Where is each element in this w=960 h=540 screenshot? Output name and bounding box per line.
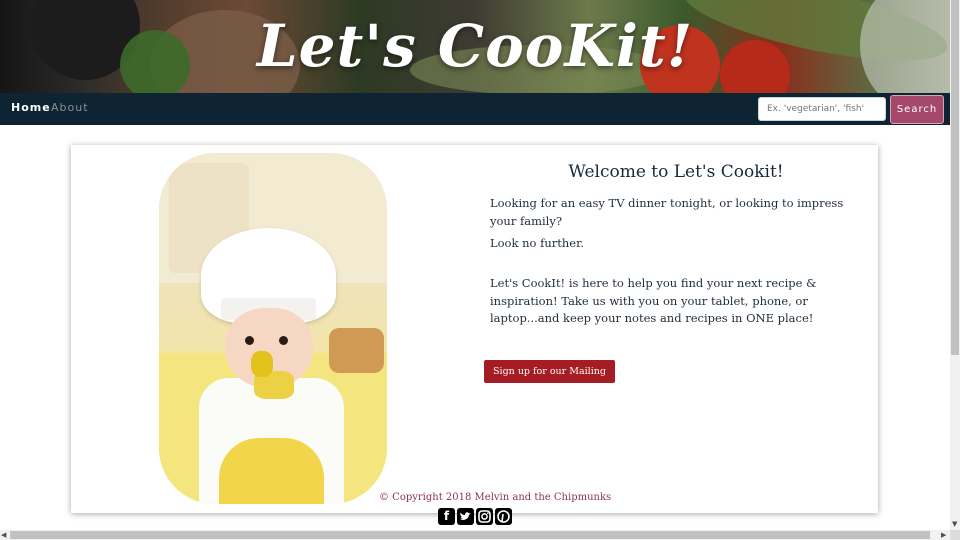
vertical-scrollbar-thumb[interactable] bbox=[951, 0, 959, 355]
intro-paragraph: Let's CookIt! is here to help you find y… bbox=[490, 276, 817, 325]
scrollbar-corner bbox=[950, 530, 960, 540]
mailing-list-signup-button[interactable]: Sign up for our Mailing List bbox=[484, 360, 615, 400]
facebook-icon[interactable]: f bbox=[438, 508, 455, 525]
search-input[interactable] bbox=[758, 97, 886, 121]
baby-chef-photo bbox=[159, 153, 387, 504]
scroll-down-icon[interactable]: ▼ bbox=[952, 520, 957, 528]
twitter-icon[interactable] bbox=[457, 508, 474, 525]
header-banner: Let's CooKit! bbox=[0, 0, 950, 93]
welcome-title: Welcome to Let's Cookit! bbox=[568, 162, 784, 182]
intro-paragraph: Look no further. bbox=[490, 236, 584, 250]
copyright-text: © Copyright 2018 Melvin and the Chipmunk… bbox=[379, 492, 612, 503]
search-button[interactable]: Search bbox=[890, 95, 944, 124]
instagram-icon[interactable] bbox=[476, 508, 493, 525]
scroll-left-icon[interactable]: ◀ bbox=[1, 531, 6, 539]
nav-about-link[interactable]: About bbox=[51, 101, 89, 114]
site-logo[interactable]: Let's CooKit! bbox=[0, 6, 950, 86]
horizontal-scrollbar-thumb[interactable] bbox=[10, 531, 930, 539]
welcome-card: Welcome to Let's Cookit! Looking for an … bbox=[71, 145, 878, 513]
scroll-right-icon[interactable]: ▶ bbox=[941, 531, 946, 539]
nav-home-link[interactable]: Home bbox=[11, 101, 51, 114]
pinterest-icon[interactable] bbox=[495, 508, 512, 525]
intro-paragraph: Looking for an easy TV dinner tonight, o… bbox=[490, 196, 844, 228]
navbar: Home About Search bbox=[0, 93, 950, 125]
